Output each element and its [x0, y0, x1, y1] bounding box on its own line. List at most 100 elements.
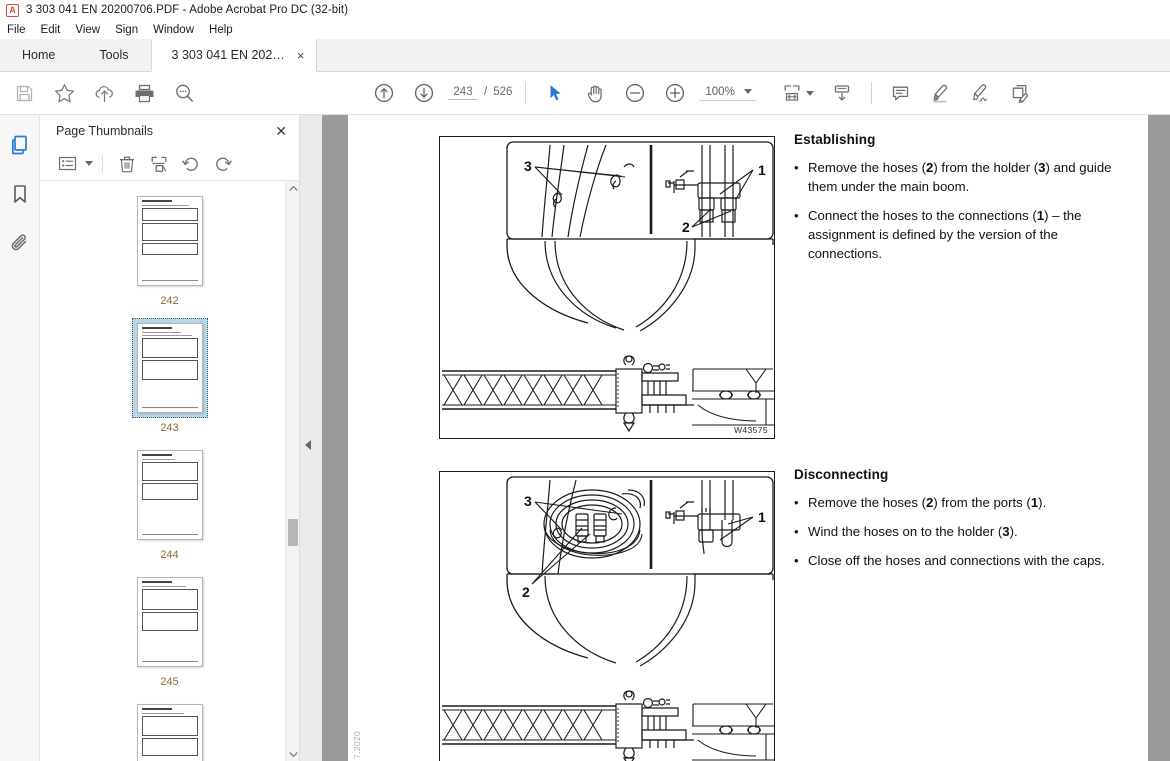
tab-home[interactable]: Home	[0, 39, 78, 71]
acrobat-logo-icon: A	[6, 3, 19, 17]
thumbnail-page-245[interactable]: 245	[132, 572, 208, 688]
thumbnail-preview	[136, 450, 203, 540]
bullet-item: • Connect the hoses to the connections (1…	[794, 206, 1130, 263]
bookmarks-icon[interactable]	[6, 180, 34, 208]
toolbar-navigation-group: 243 / 526	[364, 73, 516, 113]
bullet-text: Wind the hoses on to the holder (3).	[808, 524, 1018, 539]
zoom-in-button[interactable]	[655, 73, 695, 113]
bullet-item: • Remove the hoses (2) from the holder (3…	[794, 158, 1130, 196]
toolbar-file-group	[4, 73, 204, 113]
toolbar-annotate-group	[881, 73, 1041, 113]
thumbnail-page-246[interactable]: 246	[132, 699, 208, 761]
zoom-level-value: 100%	[705, 85, 735, 98]
document-viewport[interactable]: 7.2020 3 1 2 W43575 3 1 2 Establishing •…	[348, 115, 1148, 761]
thumbnail-page-number: 243	[160, 422, 179, 434]
panel-toolbar-divider	[102, 154, 103, 173]
thumbnail-frame	[132, 572, 208, 672]
edit-pdf-icon[interactable]	[1001, 73, 1041, 113]
tab-tools[interactable]: Tools	[77, 39, 151, 71]
bullet-marker-icon: •	[794, 495, 799, 510]
scroll-mode-icon[interactable]	[822, 73, 862, 113]
thumbnail-list[interactable]: 242 243 244 245 246	[40, 181, 299, 761]
menu-view[interactable]: View	[75, 24, 109, 36]
chevron-down-icon[interactable]	[805, 90, 814, 96]
toolbar-pagefit-group	[772, 73, 862, 113]
figure-callout-3: 3	[524, 158, 532, 174]
menu-sign[interactable]: Sign	[115, 24, 147, 36]
attachments-icon[interactable]	[6, 229, 34, 257]
close-icon[interactable]: ×	[297, 49, 305, 62]
search-icon[interactable]	[164, 73, 204, 113]
rotate-cw-icon[interactable]	[208, 150, 238, 178]
figure-callout-2: 2	[522, 584, 530, 600]
thumbnail-page-244[interactable]: 244	[132, 445, 208, 561]
thumbnail-page-242[interactable]: 242	[132, 191, 208, 307]
thumbnail-page-243[interactable]: 243	[131, 318, 208, 434]
thumbnail-scrollbar[interactable]	[285, 181, 299, 761]
chevron-down-icon	[743, 89, 752, 94]
close-icon[interactable]: ✕	[275, 124, 287, 138]
panel-title: Page Thumbnails	[56, 124, 154, 138]
collapse-panel-icon[interactable]	[305, 440, 311, 450]
section-heading: Establishing	[794, 132, 876, 147]
thumbnail-frame	[132, 191, 208, 291]
scroll-up-icon[interactable]	[286, 181, 299, 195]
bullet-item: • Wind the hoses on to the holder (3).	[794, 522, 1130, 541]
section-heading: Disconnecting	[794, 467, 889, 482]
zoom-out-button[interactable]	[615, 73, 655, 113]
toolbar-view-group: 100%	[535, 73, 756, 113]
thumbnail-frame	[132, 699, 208, 761]
thumbnail-page-number: 244	[160, 549, 179, 561]
thumbnail-preview	[136, 323, 203, 413]
figure-callout-1: 1	[758, 162, 766, 178]
figure-callout-2: 2	[682, 219, 690, 235]
menu-file[interactable]: File	[7, 24, 35, 36]
sign-icon[interactable]	[961, 73, 1001, 113]
thumbnail-frame	[131, 318, 208, 418]
print-icon[interactable]	[124, 73, 164, 113]
menu-help[interactable]: Help	[209, 24, 242, 36]
acrobat-window: A 3 303 041 EN 20200706.PDF - Adobe Acro…	[0, 0, 1170, 761]
menu-window[interactable]: Window	[153, 24, 203, 36]
chevron-down-icon[interactable]	[85, 161, 93, 166]
page-indicator: 243 / 526	[448, 86, 512, 100]
page-thumbnails-icon[interactable]	[6, 131, 34, 159]
delete-pages-icon[interactable]	[112, 150, 142, 178]
page-date-stamp: 7.2020	[352, 731, 362, 759]
tab-document[interactable]: 3 303 041 EN 202… ×	[150, 39, 318, 72]
zoom-level-dropdown[interactable]: 100%	[699, 85, 756, 101]
scroll-down-icon[interactable]	[286, 747, 299, 761]
scrollbar-thumb[interactable]	[288, 519, 298, 546]
upload-cloud-icon[interactable]	[84, 73, 124, 113]
panel-toolbar	[40, 147, 299, 181]
star-icon[interactable]	[44, 73, 84, 113]
select-tool-icon[interactable]	[535, 73, 575, 113]
pdf-page: 7.2020 3 1 2 W43575 3 1 2 Establishing •…	[348, 115, 1148, 761]
list-options-icon[interactable]	[52, 150, 82, 178]
figure-establishing-drawing: 3 1 2	[442, 141, 774, 433]
comment-icon[interactable]	[881, 73, 921, 113]
main-toolbar: 243 / 526 100%	[0, 72, 1170, 115]
menu-bar: File Edit View Sign Window Help	[0, 20, 1170, 39]
rotate-ccw-icon[interactable]	[176, 150, 206, 178]
toolbar-divider-1	[525, 82, 527, 104]
hand-tool-icon[interactable]	[575, 73, 615, 113]
extract-pages-icon[interactable]	[144, 150, 174, 178]
page-number-input[interactable]: 243	[448, 86, 478, 100]
bullet-marker-icon: •	[794, 553, 799, 568]
highlight-icon[interactable]	[921, 73, 961, 113]
figure-code: W43575	[733, 425, 768, 435]
panel-splitter[interactable]	[300, 115, 322, 761]
save-icon[interactable]	[4, 73, 44, 113]
figure-disconnecting: 3 1 2	[439, 471, 775, 761]
figure-callout-3: 3	[524, 493, 532, 509]
bullet-marker-icon: •	[794, 208, 799, 223]
body-area: Page Thumbnails ✕ 242 243 244 245 7.2020…	[0, 115, 1170, 761]
next-page-button[interactable]	[404, 73, 444, 113]
menu-edit[interactable]: Edit	[41, 24, 70, 36]
previous-page-button[interactable]	[364, 73, 404, 113]
thumbnail-preview	[136, 704, 203, 761]
thumbnail-preview	[136, 196, 203, 286]
figure-callout-1: 1	[758, 509, 766, 525]
window-title: 3 303 041 EN 20200706.PDF - Adobe Acroba…	[26, 4, 349, 16]
